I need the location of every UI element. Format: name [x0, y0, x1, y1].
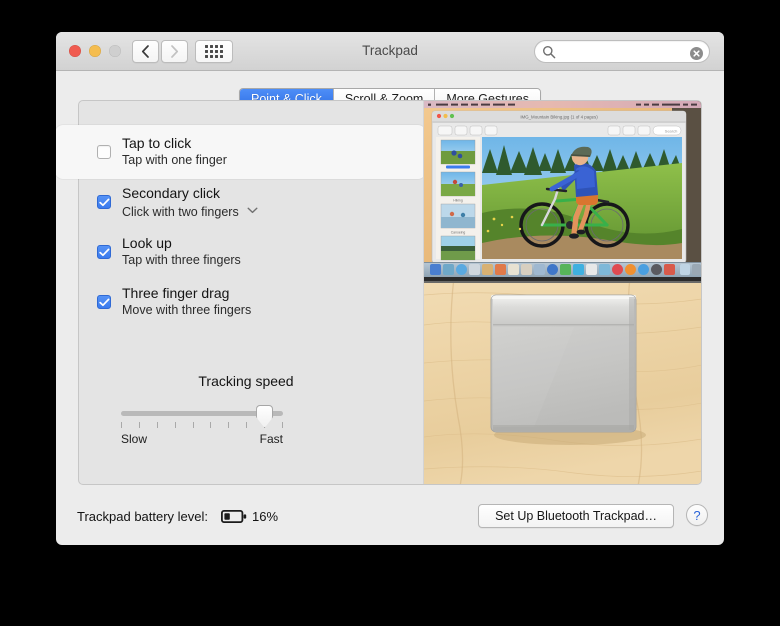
gesture-preview-pane: IMG_Mountain Biking.jpg (1 of 4 pages) S… [423, 101, 701, 484]
option-subtitle: Tap with three fingers [122, 253, 241, 267]
preferences-panel: Tap to click Tap with one finger Seconda… [56, 100, 702, 485]
slider-min-label: Slow [121, 432, 148, 446]
checkbox-look-up[interactable] [97, 245, 111, 259]
search-field[interactable] [534, 40, 710, 64]
search-input[interactable] [560, 41, 686, 64]
svg-text:IMG_Mountain Biking.jpg (1 of: IMG_Mountain Biking.jpg (1 of 4 pages) [520, 115, 598, 120]
tap-to-click-highlight-callout [56, 125, 452, 179]
option-title: Three finger drag [122, 285, 230, 301]
clear-search-button[interactable] [690, 46, 703, 60]
option-look-up[interactable]: Look up Tap with three fingers [122, 235, 241, 268]
checkmark-icon [98, 248, 109, 256]
svg-text:Search: Search [665, 129, 678, 134]
svg-text:Hiking: Hiking [453, 199, 463, 203]
slider-end-labels: Slow Fast [121, 432, 283, 446]
slider-ticks [121, 422, 283, 428]
preview-screenshot-image: IMG_Mountain Biking.jpg (1 of 4 pages) S… [424, 101, 701, 277]
option-title: Secondary click [122, 185, 221, 201]
checkbox-tap-to-click[interactable] [97, 145, 111, 159]
window-footer: Trackpad battery level: 16% Set Up Bluet… [56, 485, 724, 545]
tracking-speed-label: Tracking speed [198, 373, 294, 389]
option-secondary-click[interactable]: Secondary click Click with two fingers [122, 185, 258, 220]
checkmark-icon [98, 198, 109, 206]
question-mark-icon: ? [693, 507, 701, 523]
svg-text:Canoeing: Canoeing [451, 231, 466, 235]
window-titlebar: Trackpad [56, 32, 724, 71]
help-button[interactable]: ? [686, 504, 708, 526]
trackpad-device-image [424, 277, 701, 484]
option-title: Tap to click [122, 135, 192, 151]
option-subtitle: Move with three fingers [122, 303, 252, 317]
option-three-finger-drag[interactable]: Three finger drag Move with three finger… [122, 285, 251, 318]
close-icon [693, 49, 700, 57]
option-title: Look up [122, 235, 172, 251]
battery-percent: 16% [252, 509, 279, 524]
search-icon [543, 46, 556, 59]
option-subtitle: Click with two fingers [122, 202, 258, 220]
gesture-options-list: Tap to click Tap with one finger Seconda… [56, 101, 452, 484]
option-subtitle: Tap with one finger [122, 153, 227, 167]
battery-low-icon [220, 509, 247, 528]
checkmark-icon [98, 298, 109, 306]
setup-bluetooth-trackpad-button[interactable]: Set Up Bluetooth Trackpad… [478, 504, 674, 528]
tracking-speed-control: Tracking speed Slow Fast [121, 373, 371, 446]
trackpad-preferences-window: Trackpad Point & Click Scroll & Zoom Mor… [56, 32, 724, 545]
slider-max-label: Fast [259, 432, 283, 446]
chevron-down-icon[interactable] [247, 202, 258, 218]
battery-level-label: Trackpad battery level: [77, 509, 209, 524]
checkbox-three-finger-drag[interactable] [97, 295, 111, 309]
option-tap-to-click[interactable]: Tap to click Tap with one finger [122, 135, 227, 168]
checkbox-secondary-click[interactable] [97, 195, 111, 209]
